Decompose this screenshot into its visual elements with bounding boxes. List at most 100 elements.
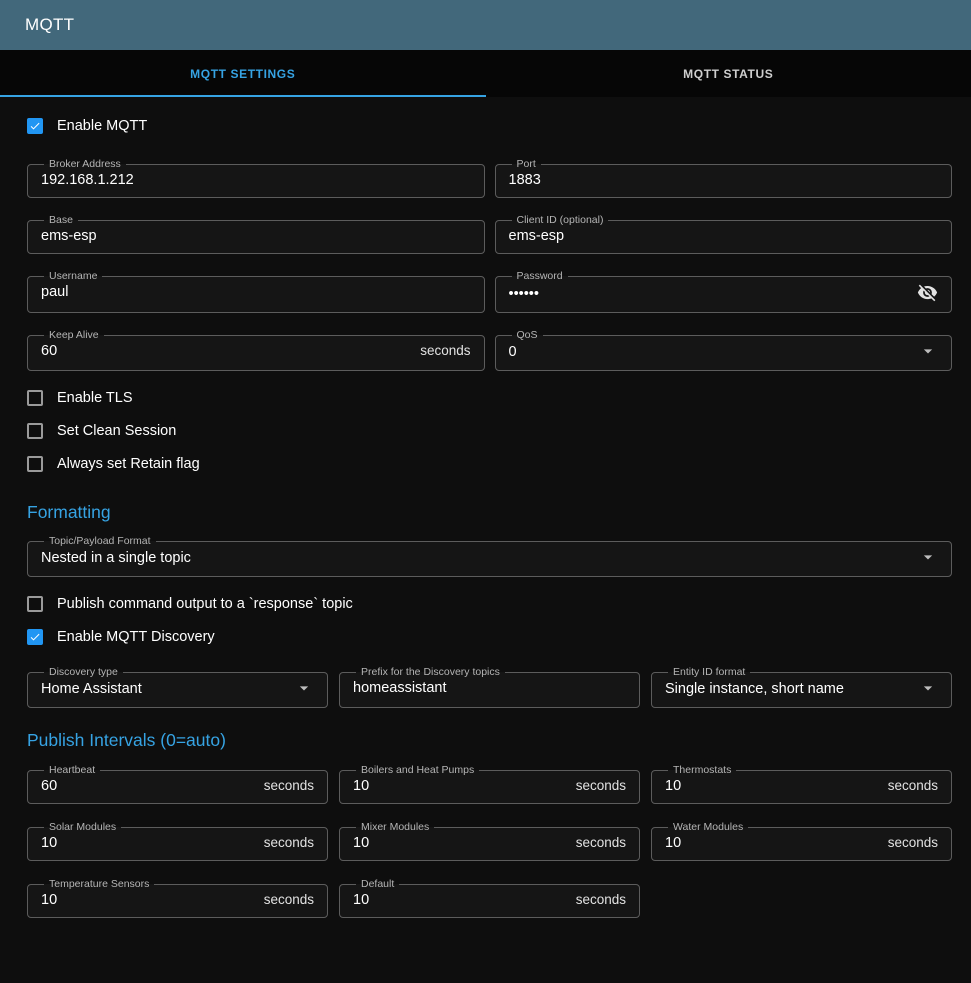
client-id-field[interactable]: Client ID (optional) [495,215,953,254]
topic-format-selected-value: Nested in a single topic [41,548,910,566]
tab-mqtt-settings[interactable]: MQTT SETTINGS [0,50,486,97]
thermostats-interval-field[interactable]: Thermostats seconds [651,765,952,804]
thermostats-label: Thermostats [668,765,736,776]
keep-alive-input[interactable] [41,341,412,359]
temperature-sensors-label: Temperature Sensors [44,879,154,890]
default-interval-field[interactable]: Default seconds [339,879,640,918]
topic-format-select-field[interactable]: Topic/Payload Format Nested in a single … [27,536,952,577]
topic-format-row: Topic/Payload Format Nested in a single … [27,536,952,577]
solar-unit: seconds [264,835,314,850]
client-id-label: Client ID (optional) [512,215,609,226]
discovery-type-select-field[interactable]: Discovery type Home Assistant [27,667,328,708]
broker-address-input[interactable] [41,170,471,188]
keep-alive-field[interactable]: Keep Alive seconds [27,330,485,371]
base-field[interactable]: Base [27,215,485,254]
publish-response-checkbox[interactable] [27,596,43,612]
intervals-row-3: Temperature Sensors seconds Default seco… [27,879,952,918]
discovery-type-selected-value: Home Assistant [41,679,286,697]
clean-session-checkbox[interactable] [27,423,43,439]
chevron-down-icon [918,547,938,567]
discovery-prefix-field[interactable]: Prefix for the Discovery topics [339,667,640,708]
flags-group: Enable TLS Set Clean Session Always set … [27,381,952,480]
retain-flag-checkbox[interactable] [27,456,43,472]
qos-select-field[interactable]: QoS 0 [495,330,953,371]
boilers-label: Boilers and Heat Pumps [356,765,479,776]
empty-cell [651,879,952,918]
toggle-password-visibility-button[interactable] [917,282,938,303]
enable-tls-label: Enable TLS [57,390,133,406]
clean-session-row[interactable]: Set Clean Session [27,414,952,447]
heartbeat-label: Heartbeat [44,765,100,776]
entity-format-label: Entity ID format [668,667,750,678]
active-tab-indicator [0,95,486,97]
enable-tls-checkbox[interactable] [27,390,43,406]
enable-mqtt-row[interactable]: Enable MQTT [27,109,952,142]
broker-address-label: Broker Address [44,159,126,170]
clean-session-label: Set Clean Session [57,423,176,439]
enable-mqtt-checkbox[interactable] [27,118,43,134]
enable-discovery-row[interactable]: Enable MQTT Discovery [27,620,952,653]
default-input[interactable] [353,890,568,908]
password-label: Password [512,271,568,282]
solar-interval-field[interactable]: Solar Modules seconds [27,822,328,861]
discovery-type-label: Discovery type [44,667,123,678]
chevron-down-icon [294,678,314,698]
publish-response-label: Publish command output to a `response` t… [57,596,353,612]
default-label: Default [356,879,399,890]
intervals-row-1: Heartbeat seconds Boilers and Heat Pumps… [27,765,952,804]
port-label: Port [512,159,541,170]
heartbeat-input[interactable] [41,776,256,794]
water-input[interactable] [665,833,880,851]
default-unit: seconds [576,892,626,907]
thermostats-unit: seconds [888,778,938,793]
credentials-row: Username Password [27,271,952,313]
port-field[interactable]: Port [495,159,953,198]
mixer-input[interactable] [353,833,568,851]
discovery-flags-group: Publish command output to a `response` t… [27,587,952,653]
chevron-down-icon [918,341,938,361]
retain-flag-row[interactable]: Always set Retain flag [27,447,952,480]
password-input[interactable] [509,284,910,302]
enable-mqtt-label: Enable MQTT [57,118,147,134]
heartbeat-interval-field[interactable]: Heartbeat seconds [27,765,328,804]
chevron-down-icon [918,678,938,698]
water-unit: seconds [888,835,938,850]
publish-response-row[interactable]: Publish command output to a `response` t… [27,587,952,620]
boilers-input[interactable] [353,776,568,794]
enable-discovery-label: Enable MQTT Discovery [57,629,215,645]
base-input[interactable] [41,226,471,244]
enable-discovery-checkbox[interactable] [27,629,43,645]
tab-bar: MQTT SETTINGS MQTT STATUS [0,50,971,97]
username-input[interactable] [41,282,471,300]
water-label: Water Modules [668,822,748,833]
base-clientid-row: Base Client ID (optional) [27,215,952,254]
discovery-prefix-label: Prefix for the Discovery topics [356,667,505,678]
enable-tls-row[interactable]: Enable TLS [27,381,952,414]
temperature-sensors-input[interactable] [41,890,256,908]
water-interval-field[interactable]: Water Modules seconds [651,822,952,861]
solar-label: Solar Modules [44,822,121,833]
port-input[interactable] [509,170,939,188]
appbar: MQTT [0,0,971,50]
mqtt-settings-form: Enable MQTT Broker Address Port Base Cli… [0,97,971,942]
solar-input[interactable] [41,833,256,851]
temperature-sensors-interval-field[interactable]: Temperature Sensors seconds [27,879,328,918]
broker-address-field[interactable]: Broker Address [27,159,485,198]
qos-label: QoS [512,330,543,341]
discovery-prefix-input[interactable] [353,678,626,696]
mixer-interval-field[interactable]: Mixer Modules seconds [339,822,640,861]
username-field[interactable]: Username [27,271,485,313]
boilers-interval-field[interactable]: Boilers and Heat Pumps seconds [339,765,640,804]
temperature-sensors-unit: seconds [264,892,314,907]
publish-intervals-heading: Publish Intervals (0=auto) [27,730,952,751]
tab-mqtt-status[interactable]: MQTT STATUS [486,50,971,97]
password-field[interactable]: Password [495,271,953,313]
entity-format-select-field[interactable]: Entity ID format Single instance, short … [651,667,952,708]
entity-format-selected-value: Single instance, short name [665,679,910,697]
check-icon [29,119,41,133]
base-label: Base [44,215,78,226]
tab-mqtt-status-label: MQTT STATUS [683,67,773,81]
client-id-input[interactable] [509,226,939,244]
thermostats-input[interactable] [665,776,880,794]
tab-mqtt-settings-label: MQTT SETTINGS [190,67,295,81]
